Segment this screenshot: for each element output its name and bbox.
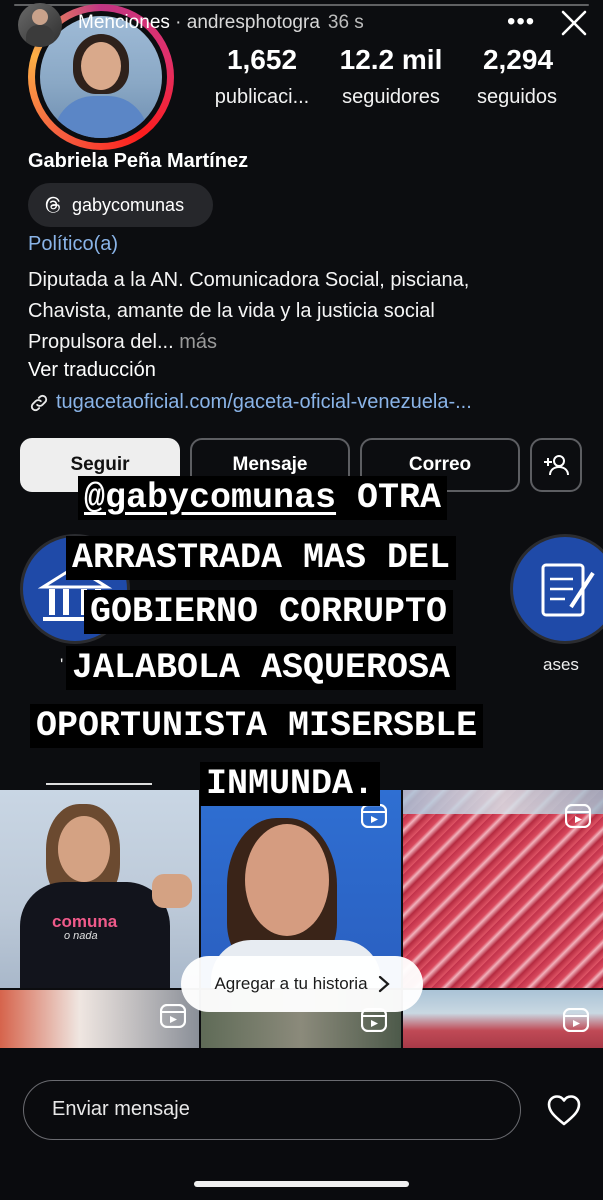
overlay-text-line-5: OPORTUNISTA MISERSBLE — [30, 704, 484, 748]
profile-category: Político(a) — [28, 233, 119, 255]
close-icon[interactable] — [560, 8, 588, 38]
home-indicator — [194, 1181, 409, 1187]
shirt-logo-text: comuna — [52, 912, 118, 931]
reel-icon — [565, 804, 591, 828]
story-timestamp: 36 s — [327, 12, 364, 33]
send-message-input[interactable]: Enviar mensaje — [23, 1080, 521, 1140]
link-icon — [30, 394, 48, 411]
posts-count[interactable]: 1,652 — [210, 44, 314, 76]
see-translation-link[interactable]: Ver traducción — [28, 359, 156, 382]
following-label: seguidos — [476, 86, 558, 108]
grid-post-4[interactable] — [0, 990, 199, 1048]
add-to-story-button[interactable]: Agregar a tu historia — [181, 956, 423, 1012]
profile-website-link[interactable]: tugacetaoficial.com/gaceta-oficial-venez… — [28, 391, 472, 414]
highlight-1-label: ' — [60, 655, 64, 674]
following-count[interactable]: 2,294 — [466, 44, 570, 76]
overlay-text-line-3: GOBIERNO CORRUPTO — [84, 590, 454, 634]
overlay-text-line-4: JALABOLA ASQUEROSA — [66, 646, 457, 690]
mentions-label: Menciones — [78, 12, 170, 33]
grid-post-3[interactable] — [403, 790, 603, 988]
story-author-username[interactable]: andresphotogra — [187, 12, 320, 33]
reel-icon — [160, 1004, 186, 1028]
threads-icon — [45, 196, 60, 213]
followers-count[interactable]: 12.2 mil — [330, 44, 452, 76]
profile-full-name: Gabriela Peña Martínez — [28, 150, 249, 172]
story-highlight-2[interactable] — [510, 534, 603, 644]
like-heart-icon[interactable] — [546, 1093, 582, 1127]
reel-icon — [361, 804, 387, 828]
chevron-right-icon — [378, 975, 390, 993]
add-person-icon — [544, 455, 569, 476]
posts-label: publicaci... — [214, 86, 310, 108]
overlay-mention[interactable]: @gabycomunas — [84, 478, 336, 518]
followers-label: seguidores — [342, 86, 440, 108]
threads-badge[interactable]: gabycomunas — [28, 183, 213, 227]
bio-more-link[interactable]: más — [179, 331, 217, 353]
grid-post-6[interactable] — [403, 990, 603, 1048]
overlay-text-line-6: INMUNDA. — [200, 762, 381, 806]
more-options-icon[interactable]: ••• — [507, 8, 535, 36]
grid-post-1[interactable]: comuna o nada — [0, 790, 199, 988]
overlay-text-line-1: @gabycomunas OTRA — [78, 476, 448, 520]
shirt-subtext: o nada — [64, 930, 98, 942]
profile-bio: Diputada a la AN. Comunicadora Social, p… — [28, 269, 470, 353]
overlay-text-line-2: ARRASTRADA MAS DEL — [66, 536, 457, 580]
threads-handle: gabycomunas — [72, 194, 185, 215]
suggested-users-button[interactable] — [530, 438, 582, 492]
story-header-title[interactable]: Menciones · andresphotogra 36 s — [78, 12, 364, 34]
highlight-2-label: ases — [543, 655, 579, 674]
story-author-avatar[interactable] — [18, 3, 62, 47]
notepad-pen-icon — [541, 563, 595, 617]
posts-tab-indicator — [46, 783, 152, 785]
reel-icon — [563, 1008, 589, 1032]
